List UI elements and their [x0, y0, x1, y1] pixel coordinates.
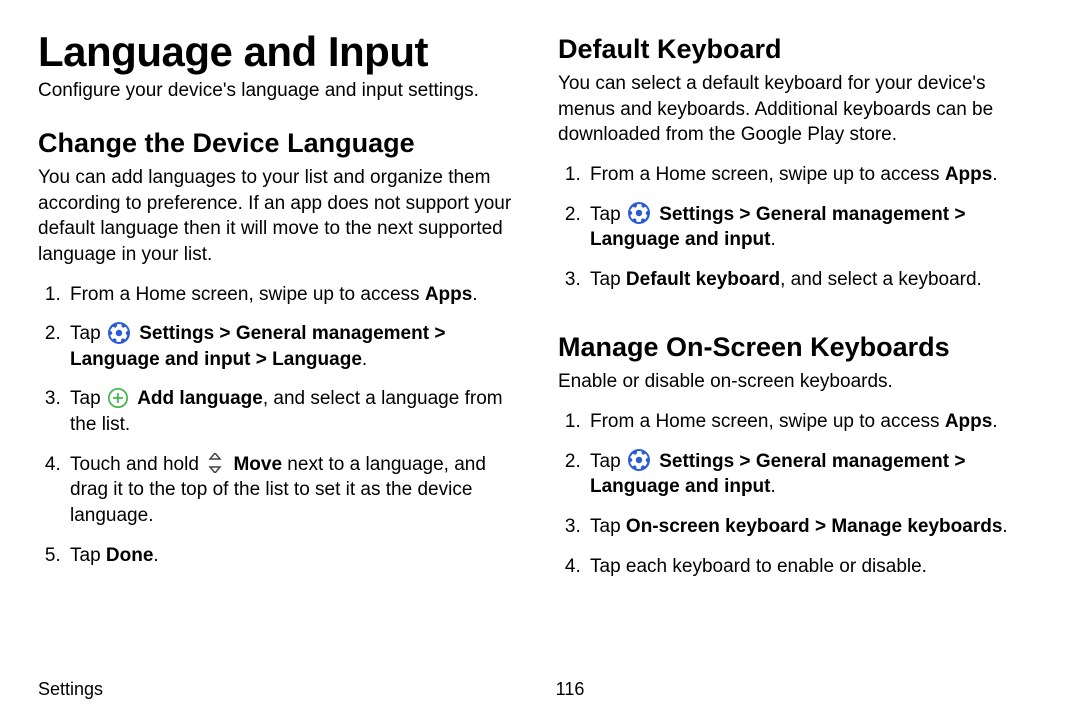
step-bold: Language: [272, 349, 362, 370]
step-text: Touch and hold: [70, 454, 204, 475]
step-bold: Apps: [425, 284, 473, 305]
step-text: .: [771, 229, 776, 250]
right-column: Default Keyboard You can select a defaul…: [558, 28, 1042, 669]
settings-icon: [628, 202, 650, 224]
step-text: .: [472, 284, 477, 305]
step-bold: Apps: [945, 164, 993, 185]
step-bold: Apps: [945, 411, 993, 432]
step-bold: Language and input: [590, 476, 771, 497]
step-bold: Language and input: [70, 349, 251, 370]
section-manage-keyboards-desc: Enable or disable on-screen keyboards.: [558, 369, 1042, 395]
step-text: From a Home screen, swipe up to access: [590, 411, 945, 432]
step-bold: Default keyboard: [626, 269, 780, 290]
step-bold: General management: [756, 451, 949, 472]
step-item: Tap Settings > General management > Lang…: [586, 202, 1042, 253]
two-column-layout: Language and Input Configure your device…: [38, 28, 1042, 669]
step-item: From a Home screen, swipe up to access A…: [66, 282, 522, 308]
step-bold: Done: [106, 545, 154, 566]
page-title: Language and Input: [38, 28, 522, 76]
step-text: Tap: [590, 451, 626, 472]
document-page: Language and Input Configure your device…: [0, 0, 1080, 720]
step-text: .: [771, 476, 776, 497]
settings-icon: [108, 322, 130, 344]
step-text: , and select a keyboard.: [780, 269, 982, 290]
step-item: Tap Default keyboard, and select a keybo…: [586, 267, 1042, 293]
page-footer: Settings 116 .: [38, 669, 1042, 700]
step-text: Tap: [590, 516, 626, 537]
breadcrumb-sep: >: [251, 349, 273, 370]
step-text: Tap: [590, 269, 626, 290]
step-item: Touch and hold Move next to a language, …: [66, 452, 522, 529]
breadcrumb-sep: >: [429, 323, 445, 344]
step-bold: Move: [233, 454, 282, 475]
step-text: From a Home screen, swipe up to access: [70, 284, 425, 305]
step-bold: On-screen keyboard: [626, 516, 810, 537]
section-default-keyboard-title: Default Keyboard: [558, 34, 1042, 65]
step-bold: General management: [236, 323, 429, 344]
step-item: Tap Settings > General management > Lang…: [66, 321, 522, 372]
step-item: Tap Settings > General management > Lang…: [586, 449, 1042, 500]
step-text: Tap: [590, 204, 626, 225]
section-spacer: [558, 306, 1042, 332]
page-subtitle: Configure your device's language and inp…: [38, 80, 522, 102]
section-default-keyboard-desc: You can select a default keyboard for yo…: [558, 71, 1042, 148]
breadcrumb-sep: >: [949, 204, 965, 225]
step-bold: General management: [756, 204, 949, 225]
step-bold: Add language: [137, 388, 263, 409]
step-text: .: [153, 545, 158, 566]
step-text: Tap: [70, 388, 106, 409]
step-text: From a Home screen, swipe up to access: [590, 164, 945, 185]
step-item: Tap Add language, and select a language …: [66, 386, 522, 437]
step-text: .: [362, 349, 367, 370]
step-bold: Settings: [659, 451, 734, 472]
step-text: .: [1002, 516, 1007, 537]
breadcrumb-sep: >: [810, 516, 832, 537]
section-manage-keyboards-title: Manage On-Screen Keyboards: [558, 332, 1042, 363]
move-icon: [206, 453, 224, 473]
breadcrumb-sep: >: [949, 451, 965, 472]
footer-section-label: Settings: [38, 679, 103, 700]
breadcrumb-sep: >: [734, 451, 756, 472]
step-text: .: [992, 164, 997, 185]
plus-icon: [108, 388, 128, 408]
step-item: From a Home screen, swipe up to access A…: [586, 162, 1042, 188]
left-column: Language and Input Configure your device…: [38, 28, 522, 669]
breadcrumb-sep: >: [734, 204, 756, 225]
step-bold: Language and input: [590, 229, 771, 250]
step-text: Tap: [70, 323, 106, 344]
change-language-steps: From a Home screen, swipe up to access A…: [38, 282, 522, 569]
step-item: Tap On-screen keyboard > Manage keyboard…: [586, 514, 1042, 540]
manage-keyboards-steps: From a Home screen, swipe up to access A…: [558, 409, 1042, 579]
step-bold: Settings: [659, 204, 734, 225]
step-item: Tap Done.: [66, 543, 522, 569]
step-item: Tap each keyboard to enable or disable.: [586, 554, 1042, 580]
step-text: Tap each keyboard to enable or disable.: [590, 556, 927, 577]
step-text: Tap: [70, 545, 106, 566]
section-change-language-title: Change the Device Language: [38, 128, 522, 159]
breadcrumb-sep: >: [214, 323, 236, 344]
step-item: From a Home screen, swipe up to access A…: [586, 409, 1042, 435]
section-change-language-desc: You can add languages to your list and o…: [38, 165, 522, 268]
step-bold: Settings: [139, 323, 214, 344]
step-text: .: [992, 411, 997, 432]
default-keyboard-steps: From a Home screen, swipe up to access A…: [558, 162, 1042, 293]
step-bold: Manage keyboards: [831, 516, 1002, 537]
footer-page-number: 116: [556, 679, 585, 700]
step-text: , and select a language from the list.: [70, 388, 503, 435]
settings-icon: [628, 449, 650, 471]
